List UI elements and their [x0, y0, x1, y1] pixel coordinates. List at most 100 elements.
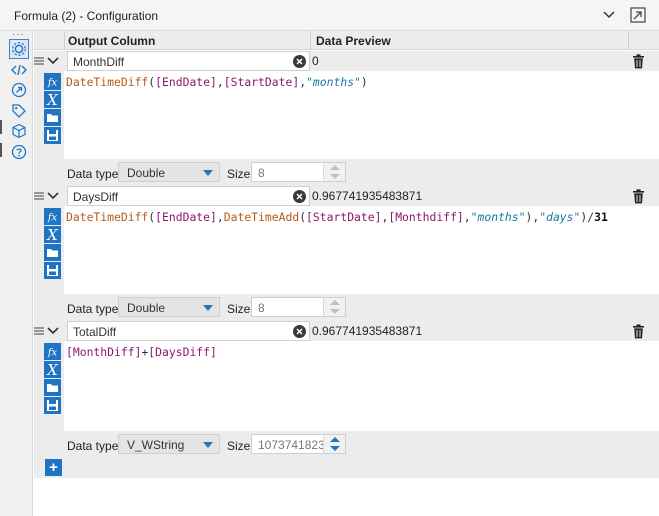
clear-icon[interactable]: [293, 190, 306, 203]
expression-toolbar: fx X: [44, 343, 62, 415]
clear-icon[interactable]: [293, 325, 306, 338]
data-type-label: Data type:: [67, 439, 122, 453]
svg-text:fx: fx: [47, 348, 58, 359]
output-column-field[interactable]: TotalDiff: [67, 321, 310, 341]
code-icon[interactable]: [11, 62, 27, 78]
spin-down-icon[interactable]: [330, 174, 340, 179]
size-value[interactable]: 8: [258, 166, 265, 180]
trash-icon[interactable]: [632, 189, 645, 204]
expression-editor[interactable]: [MonthDiff]+[DaysDiff]: [64, 341, 659, 431]
spin-up-icon[interactable]: [330, 437, 340, 442]
size-label: Size:: [227, 167, 254, 181]
column-header: Output Column Data Preview: [34, 31, 659, 50]
expression-toolbar: fx X: [44, 73, 62, 145]
output-column-name[interactable]: DaysDiff: [73, 190, 118, 204]
formula-row-body: fx X DateTimeDiff([EndDate],DateTimeAdd(…: [34, 206, 659, 321]
svg-text:X: X: [46, 361, 59, 378]
data-type-value: Double: [127, 301, 166, 315]
data-type-value: V_WString: [127, 438, 185, 452]
trash-icon[interactable]: [632, 54, 645, 69]
chevron-down-icon[interactable]: [47, 56, 59, 66]
save-icon[interactable]: [44, 262, 61, 279]
size-value[interactable]: 8: [258, 301, 265, 315]
output-column-name[interactable]: MonthDiff: [73, 55, 124, 69]
formula-row-header: MonthDiff 0: [34, 51, 659, 71]
svg-text:X: X: [46, 226, 59, 243]
clear-icon[interactable]: [293, 55, 306, 68]
header-divider: [310, 31, 311, 50]
size-stepper[interactable]: 8: [251, 297, 346, 317]
data-type-dropdown[interactable]: Double: [118, 162, 220, 182]
field-settings: Data type: V_WString Size: 1073741823: [64, 431, 659, 458]
svg-text:fx: fx: [47, 213, 58, 224]
size-stepper[interactable]: 1073741823: [251, 434, 346, 454]
help-icon[interactable]: [11, 144, 27, 160]
undock-window-icon[interactable]: [629, 6, 647, 24]
data-preview-value: 0: [312, 54, 319, 68]
field-settings: Data type: Double Size: 8: [64, 294, 659, 321]
expression-editor[interactable]: DateTimeDiff([EndDate],DateTimeAdd([Star…: [64, 206, 659, 294]
data-preview-header: Data Preview: [316, 34, 391, 48]
external-link-icon[interactable]: [11, 82, 27, 98]
function-fx-icon[interactable]: fx: [44, 73, 61, 90]
data-type-label: Data type:: [67, 302, 122, 316]
add-field-button[interactable]: +: [45, 459, 62, 476]
spin-up-icon[interactable]: [330, 300, 340, 305]
size-spinner[interactable]: [323, 163, 345, 181]
edge-marker: [0, 143, 2, 157]
size-spinner[interactable]: [323, 435, 345, 453]
drag-handle-icon[interactable]: [34, 326, 44, 336]
size-label: Size:: [227, 439, 254, 453]
save-icon[interactable]: [44, 397, 61, 414]
formula-row-body: fx X [MonthDiff]+[DaysDiff] Data type: V…: [34, 341, 659, 458]
title-bar: Formula (2) - Configuration: [0, 0, 659, 31]
data-type-dropdown[interactable]: Double: [118, 297, 220, 317]
function-fx-icon[interactable]: fx: [44, 343, 61, 360]
svg-text:X: X: [46, 91, 59, 108]
trash-icon[interactable]: [632, 324, 645, 339]
cube-icon[interactable]: [11, 123, 27, 139]
output-column-name[interactable]: TotalDiff: [73, 325, 116, 339]
variables-x-icon[interactable]: X: [44, 91, 61, 108]
variables-x-icon[interactable]: X: [44, 361, 61, 378]
output-column-header: Output Column: [68, 34, 156, 48]
field-settings: Data type: Double Size: 8: [64, 159, 659, 186]
edge-marker: [0, 120, 2, 134]
settings-gear-icon[interactable]: [9, 39, 29, 59]
save-icon[interactable]: [44, 127, 61, 144]
spin-down-icon[interactable]: [330, 309, 340, 314]
output-column-field[interactable]: MonthDiff: [67, 51, 310, 71]
spin-up-icon[interactable]: [330, 165, 340, 170]
open-folder-icon[interactable]: [44, 109, 61, 126]
expression-editor[interactable]: DateTimeDiff([EndDate],[StartDate],"mont…: [64, 71, 659, 159]
function-fx-icon[interactable]: fx: [44, 208, 61, 225]
drag-handle-icon[interactable]: [34, 191, 44, 201]
formula-row-header: DaysDiff 0.967741935483871: [34, 186, 659, 206]
tag-icon[interactable]: [11, 103, 27, 119]
data-preview-value: 0.967741935483871: [312, 324, 423, 338]
open-folder-icon[interactable]: [44, 244, 61, 261]
chevron-down-icon[interactable]: [47, 326, 59, 336]
formula-row-header: TotalDiff 0.967741935483871: [34, 321, 659, 341]
variables-x-icon[interactable]: X: [44, 226, 61, 243]
chevron-down-icon[interactable]: [47, 191, 59, 201]
dropdown-arrow-icon: [203, 170, 213, 176]
data-type-dropdown[interactable]: V_WString: [118, 434, 220, 454]
output-column-field[interactable]: DaysDiff: [67, 186, 310, 206]
expression-toolbar: fx X: [44, 208, 62, 280]
header-divider: [628, 31, 629, 50]
size-value[interactable]: 1073741823: [258, 438, 325, 452]
drag-handle-icon[interactable]: [34, 56, 44, 66]
data-preview-value: 0.967741935483871: [312, 189, 423, 203]
header-divider: [64, 31, 65, 50]
add-row-strip: [34, 458, 659, 478]
window-title: Formula (2) - Configuration: [14, 9, 159, 23]
spin-down-icon[interactable]: [330, 446, 340, 451]
size-spinner[interactable]: [323, 298, 345, 316]
size-stepper[interactable]: 8: [251, 162, 346, 182]
dropdown-arrow-icon: [203, 305, 213, 311]
data-type-label: Data type:: [67, 167, 122, 181]
open-folder-icon[interactable]: [44, 379, 61, 396]
size-label: Size:: [227, 302, 254, 316]
chevron-down-icon[interactable]: [602, 8, 616, 22]
